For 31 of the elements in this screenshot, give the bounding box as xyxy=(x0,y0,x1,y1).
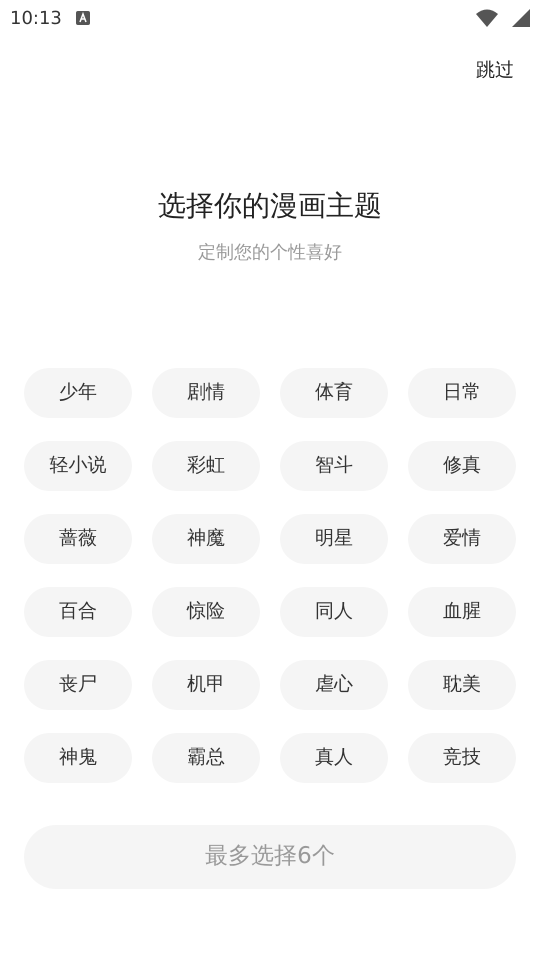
topic-chip[interactable]: 机甲 xyxy=(152,660,260,710)
topic-chip[interactable]: 同人 xyxy=(280,586,388,636)
topic-chip[interactable]: 虐心 xyxy=(280,660,388,710)
topic-chip[interactable]: 修真 xyxy=(408,440,516,490)
topic-chip[interactable]: 神鬼 xyxy=(24,732,132,782)
topic-chip[interactable]: 智斗 xyxy=(280,440,388,490)
status-time: 10:13 xyxy=(10,6,62,30)
topic-chip[interactable]: 爱情 xyxy=(408,514,516,564)
topic-chip[interactable]: 百合 xyxy=(24,586,132,636)
skip-button[interactable]: 跳过 xyxy=(476,56,514,84)
topic-chip[interactable]: 惊险 xyxy=(152,586,260,636)
page-subtitle: 定制您的个性喜好 xyxy=(198,240,342,264)
wifi-icon xyxy=(476,9,498,27)
signal-icon xyxy=(512,9,530,27)
topic-chip[interactable]: 血腥 xyxy=(408,586,516,636)
topic-chip[interactable]: 体育 xyxy=(280,368,388,418)
topic-chip[interactable]: 神魔 xyxy=(152,514,260,564)
topic-chip[interactable]: 少年 xyxy=(24,368,132,418)
topic-chip[interactable]: 日常 xyxy=(408,368,516,418)
topic-chip[interactable]: 明星 xyxy=(280,514,388,564)
page-title: 选择你的漫画主题 xyxy=(158,188,382,224)
topic-chip[interactable]: 丧尸 xyxy=(24,660,132,710)
topic-chip[interactable]: 蔷薇 xyxy=(24,514,132,564)
topic-chip[interactable]: 轻小说 xyxy=(24,440,132,490)
keyboard-icon xyxy=(76,11,90,25)
topic-chip[interactable]: 竞技 xyxy=(408,732,516,782)
topic-chip[interactable]: 剧情 xyxy=(152,368,260,418)
topic-chip[interactable]: 彩虹 xyxy=(152,440,260,490)
topic-chip[interactable]: 霸总 xyxy=(152,732,260,782)
topic-chip[interactable]: 真人 xyxy=(280,732,388,782)
topic-chip[interactable]: 耽美 xyxy=(408,660,516,710)
